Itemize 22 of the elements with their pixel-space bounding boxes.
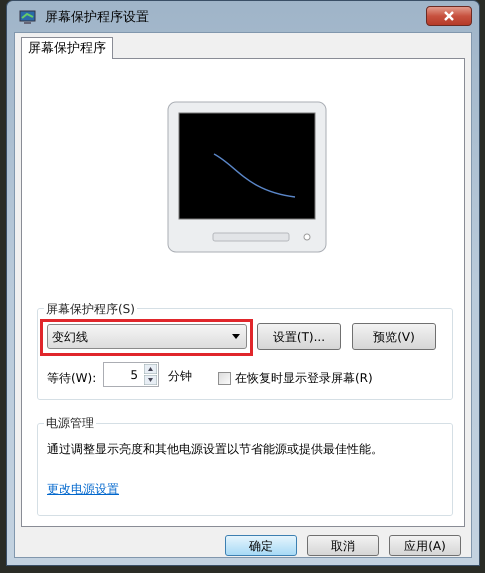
caret-icon	[232, 334, 240, 339]
window-title: 屏幕保护程序设置	[45, 8, 149, 27]
dialog-button[interactable]: 取消	[307, 535, 379, 556]
wait-spinner[interactable]: 5	[103, 362, 159, 387]
down-arrow-icon[interactable]	[144, 375, 157, 385]
dialog-button[interactable]: 应用(A)	[389, 535, 461, 556]
monitor-icon	[19, 10, 36, 25]
group-title: 屏幕保护程序(S)	[44, 300, 137, 318]
checkbox-label: 在恢复时显示登录屏幕(R)	[235, 370, 373, 387]
close-icon	[443, 10, 455, 20]
screensaver-dropdown[interactable]: 变幻线	[47, 324, 247, 349]
checkbox[interactable]	[218, 372, 231, 384]
dialog-button[interactable]: 确定	[225, 535, 297, 556]
action-button[interactable]: 设置(T)...	[257, 323, 341, 350]
action-button[interactable]: 预览(V)	[352, 323, 436, 350]
close-button[interactable]	[426, 6, 472, 26]
power-settings-link[interactable]: 更改电源设置	[47, 480, 119, 498]
wait-label: 等待(W):	[47, 370, 96, 387]
up-arrow-icon[interactable]	[144, 364, 157, 374]
description-text: 通过调整显示亮度和其他电源设置以节省能源或提供最佳性能。	[47, 441, 383, 458]
tab[interactable]: 屏幕保护程序	[21, 37, 113, 59]
unit-label: 分钟	[168, 368, 192, 385]
